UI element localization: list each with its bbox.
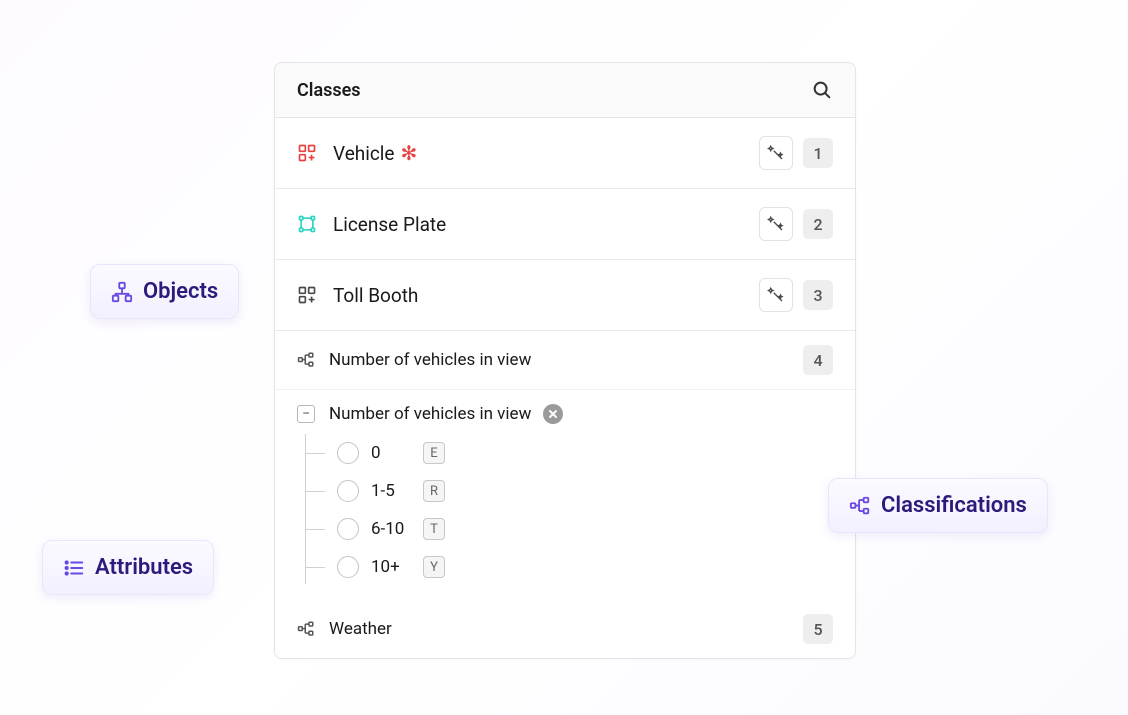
classification-tree-icon — [297, 351, 315, 369]
panel-header: Classes — [275, 63, 855, 118]
hotkey-chip: 5 — [803, 614, 833, 644]
hotkey-chip: 3 — [803, 280, 833, 310]
pill-label: Classifications — [881, 493, 1027, 518]
clear-icon[interactable] — [543, 404, 563, 424]
classification-tree-icon — [297, 620, 315, 638]
pill-label: Objects — [143, 279, 218, 304]
radio-circle-icon[interactable] — [337, 518, 359, 540]
radio-option[interactable]: 6-10 T — [305, 510, 833, 548]
classification-tree: − Number of vehicles in view 0 E 1-5 R — [275, 390, 855, 600]
hotkey-chip: R — [423, 480, 445, 502]
grid-plus-icon — [297, 285, 317, 305]
classifications-pill[interactable]: Classifications — [828, 478, 1048, 533]
class-row-toll-booth[interactable]: Toll Booth 3 — [275, 260, 855, 331]
search-icon[interactable] — [811, 79, 833, 101]
hotkey-chip: 1 — [803, 138, 833, 168]
classification-label: Number of vehicles in view — [329, 350, 803, 370]
class-row-license-plate[interactable]: License Plate 2 — [275, 189, 855, 260]
radio-option[interactable]: 1-5 R — [305, 472, 833, 510]
radio-circle-icon[interactable] — [337, 442, 359, 464]
hotkey-chip: E — [423, 442, 445, 464]
classification-label: Weather — [329, 619, 803, 639]
radio-option[interactable]: 0 E — [305, 434, 833, 472]
classification-tree-icon — [849, 495, 871, 517]
class-row-vehicle[interactable]: Vehicle✻ 1 — [275, 118, 855, 189]
class-label: Toll Booth — [333, 284, 759, 307]
hotkey-chip: 2 — [803, 209, 833, 239]
radio-circle-icon[interactable] — [337, 480, 359, 502]
panel-title: Classes — [297, 80, 361, 101]
collapse-toggle[interactable]: − — [297, 405, 315, 423]
tree-header: − Number of vehicles in view — [297, 398, 833, 434]
hotkey-chip: Y — [423, 556, 445, 578]
radio-circle-icon[interactable] — [337, 556, 359, 578]
class-label: License Plate — [333, 213, 759, 236]
magic-wand-button[interactable] — [759, 278, 793, 312]
classes-panel: Classes Vehicle✻ 1 — [274, 62, 856, 659]
bounding-box-icon — [297, 214, 317, 234]
magic-wand-button[interactable] — [759, 136, 793, 170]
pill-label: Attributes — [95, 555, 193, 580]
classification-row[interactable]: Weather 5 — [275, 600, 855, 658]
tree-header-label: Number of vehicles in view — [329, 404, 531, 424]
class-label: Vehicle✻ — [333, 141, 759, 165]
attributes-pill[interactable]: Attributes — [42, 540, 214, 595]
hotkey-chip: T — [423, 518, 445, 540]
list-icon — [63, 557, 85, 579]
objects-pill[interactable]: Objects — [90, 264, 239, 319]
required-star-icon: ✻ — [401, 141, 418, 165]
hierarchy-icon — [111, 281, 133, 303]
hotkey-chip: 4 — [803, 345, 833, 375]
tree-options: 0 E 1-5 R 6-10 T 10+ Y — [297, 434, 833, 586]
magic-wand-button[interactable] — [759, 207, 793, 241]
grid-plus-icon — [297, 143, 317, 163]
classification-row[interactable]: Number of vehicles in view 4 — [275, 331, 855, 390]
radio-option[interactable]: 10+ Y — [305, 548, 833, 586]
